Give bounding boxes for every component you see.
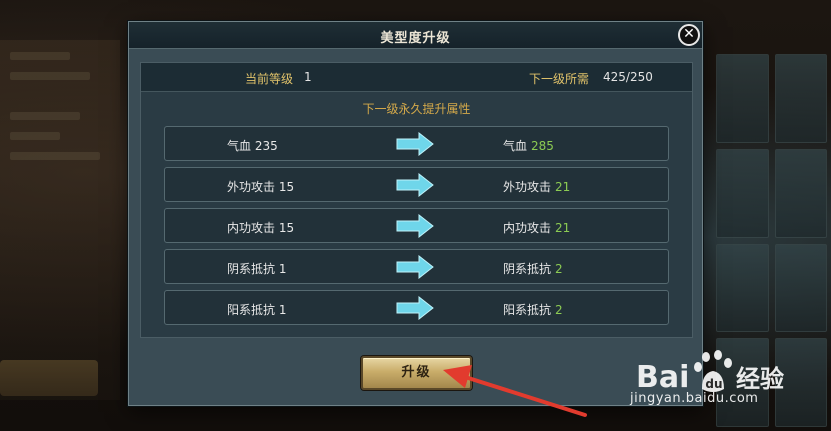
right-arrow-icon [396,132,434,156]
stat-current: 阳系抵抗 1 [227,303,287,317]
stat-current: 阴系抵抗 1 [227,262,287,276]
svg-text:du: du [705,377,722,391]
next-level-label: 下一级所需 [529,72,590,86]
upgrade-button[interactable]: 升级 [361,356,472,390]
current-level-label: 当前等级 [245,72,294,86]
dialog-titlebar: 美型度升级 ✕ [129,22,702,49]
stat-row: 内功攻击 15 内功攻击 21 [164,208,669,243]
right-arrow-icon [396,296,434,320]
stat-next: 阴系抵抗 2 [503,262,563,276]
background-button [0,360,98,396]
stat-next: 阳系抵抗 2 [503,303,563,317]
stat-next: 外功攻击 21 [503,180,571,194]
section-title: 下一级永久提升属性 [362,102,471,116]
next-level-value: 425/250 [603,70,653,84]
upgrade-dialog: 美型度升级 ✕ 当前等级 1 下一级所需 425/250 下一级永久提升属性 气… [128,21,703,406]
stat-row: 外功攻击 15 外功攻击 21 [164,167,669,202]
stat-next: 内功攻击 21 [503,221,571,235]
stat-row: 阳系抵抗 1 阳系抵抗 2 [164,290,669,325]
dialog-title: 美型度升级 [380,31,451,46]
level-status-bar: 当前等级 1 下一级所需 425/250 [141,63,692,92]
stat-current: 内功攻击 15 [227,221,295,235]
svg-text:经验: 经验 [736,365,784,393]
watermark-url: jingyan.baidu.com [630,391,759,406]
background-left-panel [0,40,120,400]
right-arrow-icon [396,255,434,279]
right-arrow-icon [396,173,434,197]
stat-current: 外功攻击 15 [227,180,295,194]
close-icon[interactable]: ✕ [678,24,700,46]
stat-row: 阴系抵抗 1 阴系抵抗 2 [164,249,669,284]
current-level-value: 1 [304,70,312,84]
stat-next: 气血 285 [503,139,554,153]
right-arrow-icon [396,214,434,238]
stat-row: 气血 235 气血 285 [164,126,669,161]
svg-text:Bai: Bai [636,360,689,395]
stat-current: 气血 235 [227,139,278,153]
dialog-content: 当前等级 1 下一级所需 425/250 下一级永久提升属性 气血 235 气血… [140,62,693,338]
